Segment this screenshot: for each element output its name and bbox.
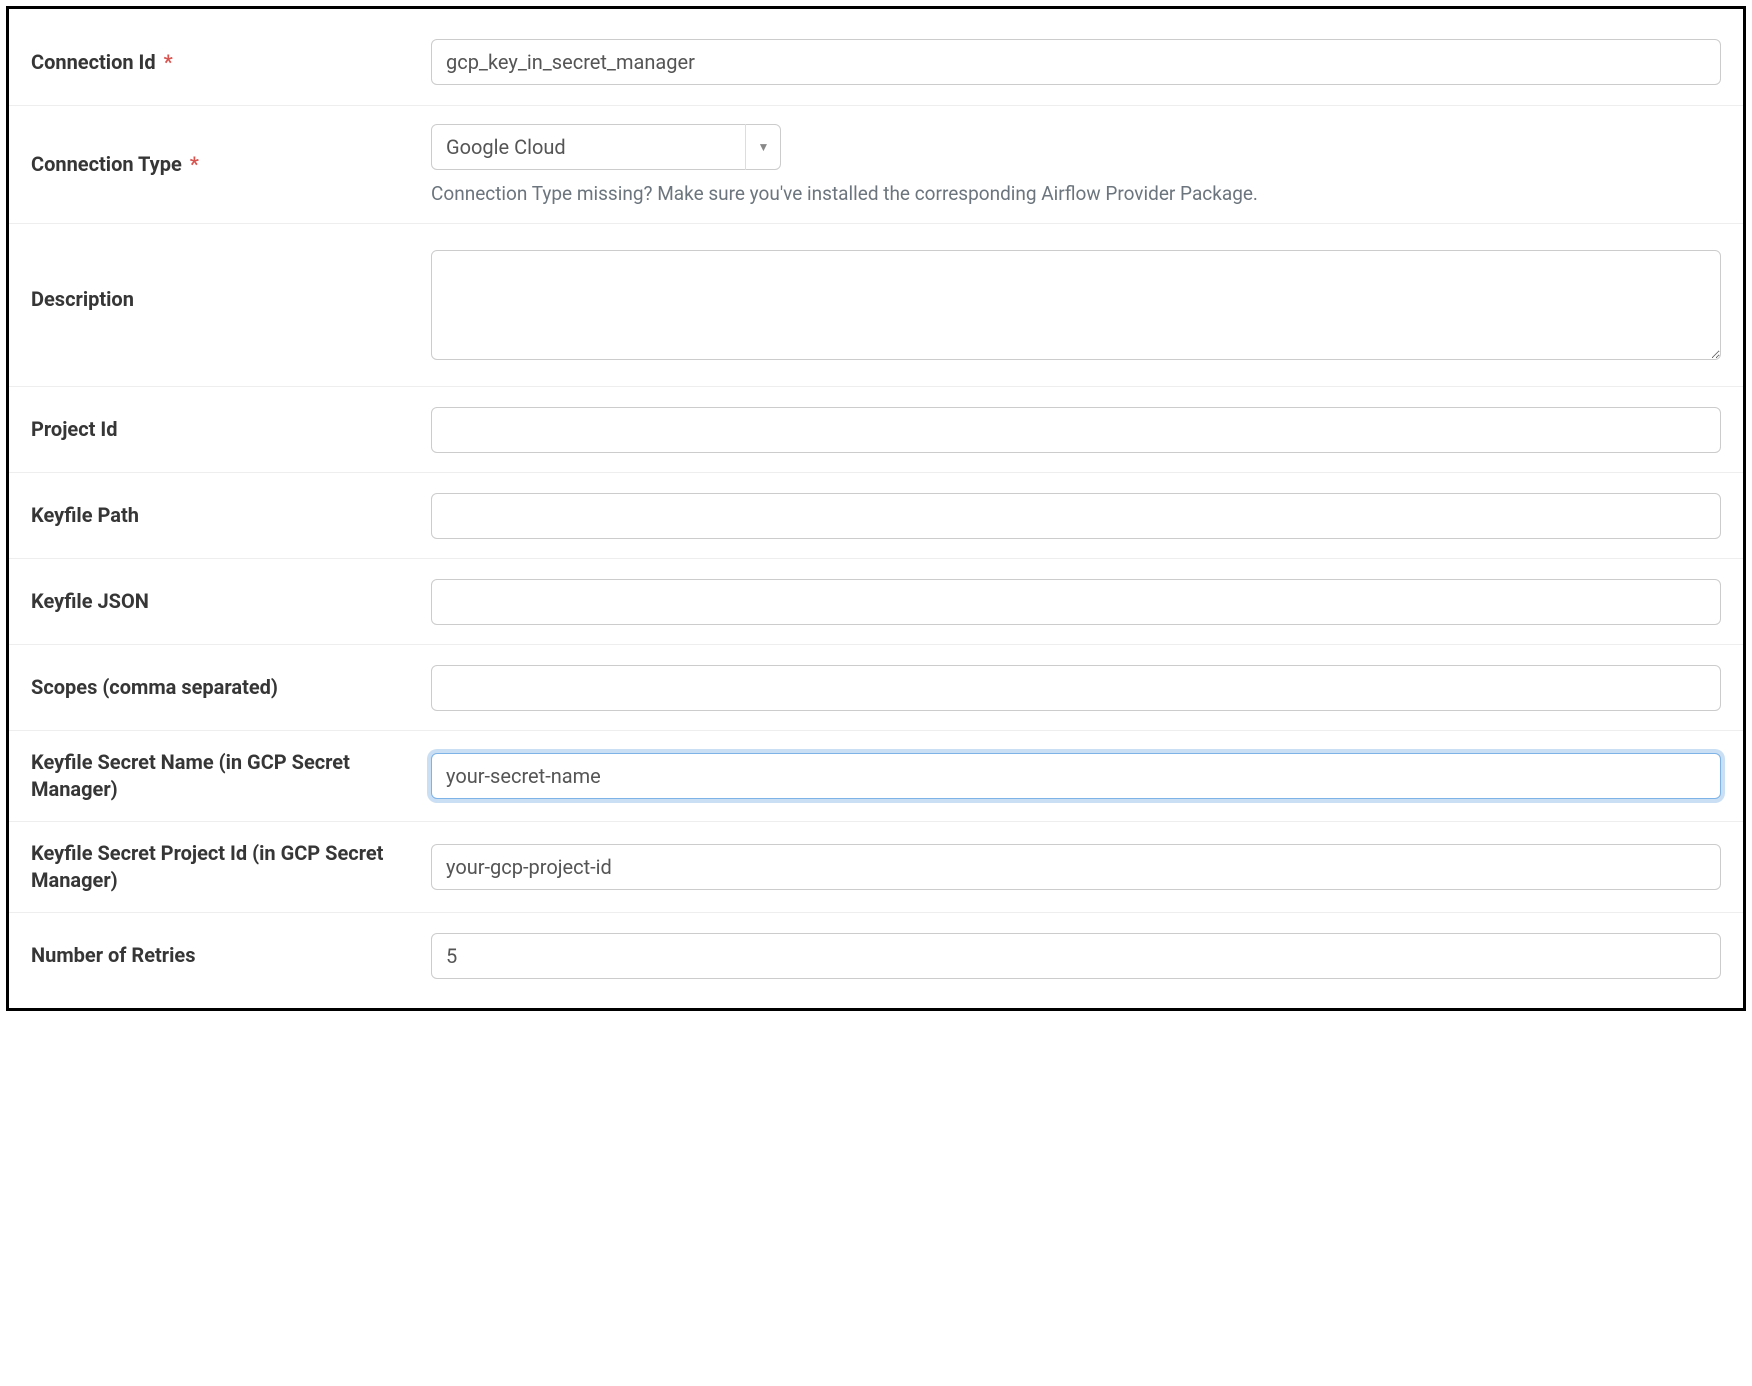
row-keyfile-secret-name: Keyfile Secret Name (in GCP Secret Manag… (9, 730, 1743, 821)
control-connection-id (431, 39, 1721, 85)
chevron-down-icon: ▼ (745, 124, 781, 170)
label-keyfile-secret-project-id: Keyfile Secret Project Id (in GCP Secret… (31, 840, 431, 894)
row-project-id: Project Id (9, 386, 1743, 472)
label-keyfile-secret-name: Keyfile Secret Name (in GCP Secret Manag… (31, 749, 431, 803)
keyfile-secret-project-id-input[interactable] (431, 844, 1721, 890)
connection-id-input[interactable] (431, 39, 1721, 85)
row-keyfile-secret-project-id: Keyfile Secret Project Id (in GCP Secret… (9, 821, 1743, 912)
connection-type-selected-text: Google Cloud (446, 135, 566, 159)
row-connection-id: Connection Id * (9, 19, 1743, 105)
connection-form: Connection Id * Connection Type * Google… (9, 19, 1743, 998)
row-keyfile-path: Keyfile Path (9, 472, 1743, 558)
label-scopes: Scopes (comma separated) (31, 674, 431, 701)
control-number-of-retries (431, 933, 1721, 979)
control-keyfile-secret-name (431, 753, 1721, 799)
control-description (431, 250, 1721, 360)
required-asterisk: * (164, 50, 173, 74)
control-keyfile-path (431, 493, 1721, 539)
label-number-of-retries: Number of Retries (31, 942, 431, 969)
control-scopes (431, 665, 1721, 711)
label-text: Connection Type (31, 152, 182, 176)
row-scopes: Scopes (comma separated) (9, 644, 1743, 730)
control-keyfile-json (431, 579, 1721, 625)
project-id-input[interactable] (431, 407, 1721, 453)
connection-type-select[interactable]: Google Cloud ▼ (431, 124, 781, 170)
label-project-id: Project Id (31, 416, 431, 443)
keyfile-secret-name-input[interactable] (431, 753, 1721, 799)
description-textarea[interactable] (431, 250, 1721, 360)
control-connection-type: Google Cloud ▼ Connection Type missing? … (431, 124, 1721, 205)
label-connection-type: Connection Type * (31, 151, 431, 178)
label-connection-id: Connection Id * (31, 49, 431, 76)
label-description: Description (31, 250, 431, 313)
connection-type-help-text: Connection Type missing? Make sure you'v… (431, 182, 1721, 205)
keyfile-json-input[interactable] (431, 579, 1721, 625)
row-connection-type: Connection Type * Google Cloud ▼ Connect… (9, 105, 1743, 223)
row-keyfile-json: Keyfile JSON (9, 558, 1743, 644)
label-keyfile-path: Keyfile Path (31, 502, 431, 529)
control-project-id (431, 407, 1721, 453)
scopes-input[interactable] (431, 665, 1721, 711)
row-description: Description (9, 223, 1743, 386)
keyfile-path-input[interactable] (431, 493, 1721, 539)
number-of-retries-input[interactable] (431, 933, 1721, 979)
required-asterisk: * (190, 152, 199, 176)
label-keyfile-json: Keyfile JSON (31, 588, 431, 615)
control-keyfile-secret-project-id (431, 844, 1721, 890)
row-number-of-retries: Number of Retries (9, 912, 1743, 998)
label-text: Connection Id (31, 50, 156, 74)
connection-form-frame: Connection Id * Connection Type * Google… (6, 6, 1746, 1011)
connection-type-selected: Google Cloud (431, 124, 781, 170)
